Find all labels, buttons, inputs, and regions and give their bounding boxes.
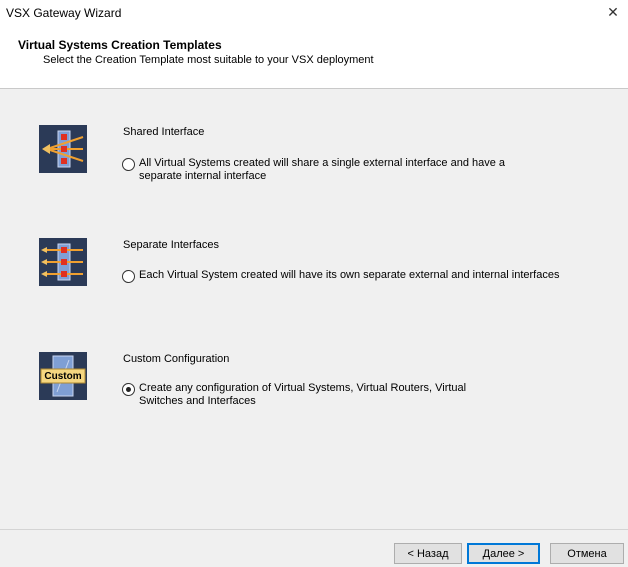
wizard-header: Virtual Systems Creation Templates Selec… (0, 26, 628, 89)
cancel-button[interactable]: Отмена (550, 543, 624, 564)
radio-button[interactable] (122, 270, 135, 283)
separate-interfaces-radio[interactable]: Each Virtual System created will have it… (122, 269, 579, 283)
separate-interfaces-icon (39, 238, 87, 286)
shared-interface-radio[interactable]: All Virtual Systems created will share a… (122, 157, 539, 183)
radio-label[interactable]: All Virtual Systems created will share a… (139, 157, 539, 183)
option-title: Separate Interfaces (123, 239, 220, 251)
custom-configuration-icon: Custom (39, 352, 87, 400)
next-button[interactable]: Далее > (467, 543, 540, 564)
options-panel: Shared Interface All Virtual Systems cre… (0, 89, 628, 529)
window-title: VSX Gateway Wizard (6, 6, 122, 20)
option-title: Custom Configuration (123, 353, 230, 365)
next-accelerator: Д (482, 547, 491, 560)
title-bar: VSX Gateway Wizard ✕ (0, 0, 628, 26)
custom-icon-text: Custom (44, 371, 82, 382)
shared-interface-icon (39, 125, 87, 173)
radio-button[interactable] (122, 158, 135, 171)
next-label: алее > (490, 547, 525, 560)
radio-button[interactable] (122, 383, 135, 396)
close-icon[interactable]: ✕ (604, 3, 622, 21)
radio-label[interactable]: Each Virtual System created will have it… (139, 269, 579, 282)
option-title: Shared Interface (123, 126, 205, 138)
page-title: Virtual Systems Creation Templates (18, 38, 222, 52)
custom-configuration-radio[interactable]: Create any configuration of Virtual Syst… (122, 382, 509, 408)
back-button[interactable]: < Назад (394, 543, 462, 564)
button-bar: < Назад Далее > Отмена (0, 529, 628, 567)
radio-label[interactable]: Create any configuration of Virtual Syst… (139, 382, 509, 408)
page-subtitle: Select the Creation Template most suitab… (43, 54, 374, 66)
